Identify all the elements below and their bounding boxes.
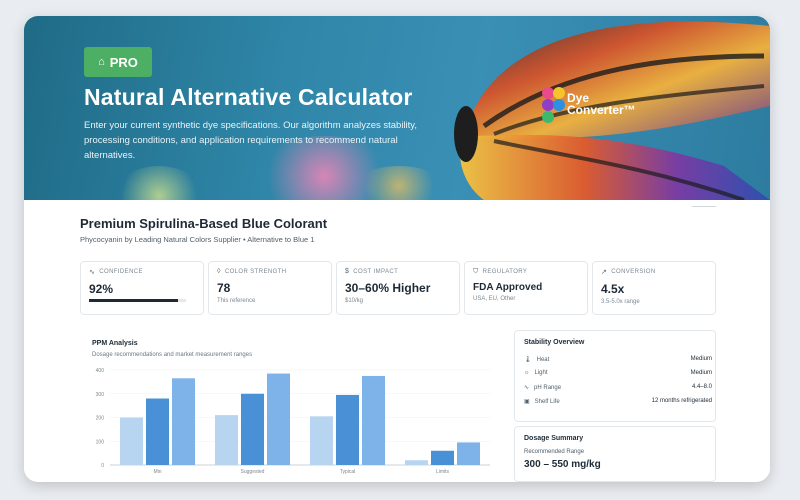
bar [457,442,480,465]
y-tick-label: 300 [96,392,105,398]
dosage-title: Dosage Summary [524,435,584,442]
metric-confidence: ∿ CONFIDENCE 92% [80,261,204,315]
stability-card: Stability Overview 🌡︎ Heat Medium ☼ Light … [514,330,716,422]
ph-icon: ∿ [524,385,530,391]
bar [172,378,195,465]
leaf-bokeh [114,166,204,200]
hero-banner: ⌂ PRO Natural Alternative Calculator Ent… [24,16,770,200]
dye-converter-logo: Dye Converter™ [540,84,650,124]
product-subtitle: Phycocyanin by Leading Natural Colors Su… [80,235,315,244]
metric-label: REGULATORY [482,269,528,275]
app-window: ⌂ PRO Natural Alternative Calculator Ent… [24,16,770,482]
divider [692,206,716,207]
metric-sub: This reference [217,298,256,304]
bar [336,394,359,465]
bar [120,417,143,465]
metric-value: 78 [217,281,231,295]
bar [241,393,264,465]
drop-icon: ◊ [217,268,221,275]
x-tick-label: Typical [340,469,356,475]
metric-label: COLOR STRENGTH [224,268,287,275]
metric-label: CONVERSION [611,269,656,275]
x-tick-label: Min [153,469,161,475]
calendar-icon: ▣ [524,399,530,405]
y-tick-label: 0 [101,463,104,469]
bar [146,398,169,465]
thermometer-icon: 🌡︎ [524,357,532,363]
dosage-value: 300 – 550 mg/kg [524,459,601,470]
page-title: Natural Alternative Calculator [84,84,413,110]
stability-label: Shelf Life [534,398,560,405]
bar [215,415,238,465]
metric-cost-impact: $ COST IMPACT 30–60% Higher $10/kg [336,261,460,315]
ppm-chart-card: PPM Analysis Dosage recommendations and … [80,332,504,482]
sun-icon: ☼ [524,370,530,376]
dosage-label: Recommended Range [524,449,585,455]
stability-value: 12 months refrigerated [651,398,712,404]
stability-value: 4.4–8.0 [691,384,712,390]
bar [405,460,428,465]
metric-value: 4.5x [601,282,625,296]
confidence-bar-fill [89,299,179,302]
y-tick-label: 200 [96,416,105,422]
pulse-icon: ∿ [89,269,96,276]
stability-label: Heat [536,356,550,363]
metric-value: 30–60% Higher [345,281,431,295]
metric-color-strength: ◊ COLOR STRENGTH 78 This reference [208,261,332,315]
pro-badge: ⌂ PRO [84,47,152,77]
dosage-card: Dosage Summary Recommended Range 300 – 5… [514,426,716,482]
house-icon: ⌂ [98,56,105,68]
page-description: Enter your current synthetic dye specifi… [84,120,417,161]
shield-icon: ⛉ [473,268,479,275]
bar [267,373,290,465]
chart-title: PPM Analysis [92,340,138,347]
y-tick-label: 400 [96,368,105,374]
stability-row-heat: 🌡︎ Heat Medium [524,356,712,363]
stability-label: pH Range [534,384,562,391]
metric-conversion: ↗ CONVERSION 4.5x 3.5-5.0x range [592,261,716,315]
confidence-bar [89,299,186,302]
chart-subtitle: Dosage recommendations and market measur… [92,352,253,358]
bar [310,416,333,465]
x-tick-label: Limits [436,469,450,475]
stability-row-ph: ∿ pH Range 4.4–8.0 [524,384,712,391]
metric-sub: 3.5-5.0x range [601,299,640,305]
stability-row-shelf-life: ▣ Shelf Life 12 months refrigerated [524,398,712,405]
pro-badge-label: PRO [109,54,138,70]
bar [362,375,385,465]
metric-label: COST IMPACT [353,268,399,275]
bar [431,450,454,465]
metric-value: FDA Approved [473,282,543,293]
metric-value: 92% [89,282,114,296]
dollar-icon: $ [345,268,350,275]
stability-title: Stability Overview [524,339,585,346]
logo-line2: Converter™ [567,103,636,117]
stability-row-light: ☼ Light Medium [524,370,712,376]
logo-dots-icon [542,87,565,123]
metric-sub: $10/kg [345,298,364,304]
x-tick-label: Suggested [241,469,265,475]
trend-icon: ↗ [601,269,608,276]
results-panel: Premium Spirulina-Based Blue Colorant Ph… [24,200,770,482]
y-tick-label: 100 [96,439,105,445]
stability-value: Medium [690,370,712,376]
stability-value: Medium [690,356,712,362]
product-title: Premium Spirulina-Based Blue Colorant [80,216,328,231]
stability-label: Light [534,370,548,376]
metric-regulatory: ⛉ REGULATORY FDA Approved USA, EU, Other [464,261,588,315]
ppm-bar-chart: 400 300 200 100 0 Min Suggested Typical Limits [96,368,490,475]
metric-label: CONFIDENCE [99,269,143,275]
metric-sub: USA, EU, Other [473,296,516,302]
metric-cards: ∿ CONFIDENCE 92% ◊ COLOR STRENGTH 78 This … [80,261,716,315]
